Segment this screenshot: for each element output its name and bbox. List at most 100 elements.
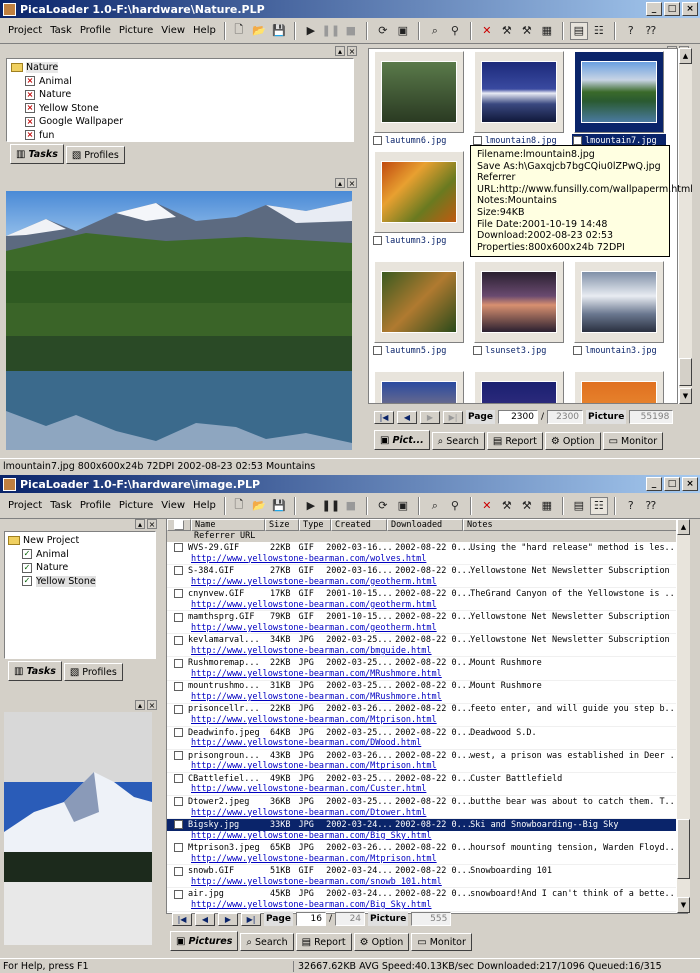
cell-referrer-url[interactable]: http://www.yellowstone-bearman.com/Mtpri… — [167, 715, 687, 727]
menu-project[interactable]: Project — [4, 25, 46, 36]
tree-item[interactable]: ✓ Animal — [8, 548, 152, 562]
tab-option[interactable]: ⚙ Option — [544, 432, 601, 450]
menu-view[interactable]: View — [157, 500, 189, 511]
tab-search[interactable]: ⌕ Search — [240, 933, 294, 951]
tab-monitor[interactable]: ▭ Monitor — [602, 432, 664, 450]
table-row[interactable]: air.jpg 45KB JPG 2002-03-24... 2002-08-22 0.… — [167, 888, 687, 912]
pause-icon[interactable]: ❚❚ — [322, 497, 340, 515]
checkbox-crossed-icon[interactable]: × — [25, 103, 35, 114]
help-icon[interactable]: ? — [622, 497, 640, 515]
row-checkbox[interactable] — [174, 658, 183, 668]
thumb-checkbox[interactable] — [573, 136, 582, 145]
close-button[interactable]: × — [682, 477, 698, 491]
thumbnail-view-icon[interactable]: ▤ — [570, 497, 588, 515]
menu-help[interactable]: Help — [189, 25, 220, 36]
col-size[interactable]: Size — [265, 519, 299, 531]
cell-referrer-url[interactable]: http://www.yellowstone-bearman.com/geoth… — [167, 600, 687, 612]
row-checkbox[interactable] — [174, 612, 183, 622]
tools-icon[interactable]: ⚒ — [498, 22, 516, 40]
thumbs-scrollbar[interactable]: ▲ ▼ — [678, 48, 692, 404]
stop-icon[interactable]: ■ — [342, 22, 360, 40]
maximize-button[interactable]: □ — [664, 2, 680, 16]
first-page-icon[interactable]: |◀ — [374, 410, 394, 424]
page-input[interactable]: 2300 — [497, 410, 538, 424]
cell-referrer-url[interactable]: http://www.yellowstone-bearman.com/MRush… — [167, 669, 687, 681]
thumbnail[interactable]: lmountain3.jpg — [571, 261, 667, 361]
minimize-button[interactable]: _ — [646, 2, 662, 16]
row-checkbox[interactable] — [174, 797, 183, 807]
tab-report[interactable]: ▤ Report — [295, 933, 352, 951]
find-icon[interactable]: ⌕ — [426, 22, 444, 40]
last-page-icon[interactable]: ▶| — [241, 912, 261, 926]
col-created[interactable]: Created — [331, 519, 387, 531]
table-row[interactable]: prisongroun... 43KB JPG 2002-03-26... 2002-0… — [167, 750, 687, 773]
table-row[interactable]: mamthsprg.GIF 79KB GIF 2001-10-15... 2002-08… — [167, 611, 687, 635]
row-checkbox[interactable] — [174, 543, 183, 553]
cell-referrer-url[interactable]: http://www.yellowstone-bearman.com/snowb… — [167, 877, 687, 889]
new-file-icon[interactable]: 🗋 — [230, 497, 248, 515]
cell-referrer-url[interactable]: http://www.yellowstone-bearman.com/MRush… — [167, 692, 687, 704]
table-row[interactable]: snowb.GIF 51KB GIF 2002-03-24... 2002-08-22 … — [167, 865, 687, 889]
checkbox-crossed-icon[interactable]: × — [25, 76, 35, 87]
tools2-icon[interactable]: ⚒ — [518, 22, 536, 40]
thumb-checkbox[interactable] — [373, 236, 382, 245]
col-notes[interactable]: Notes — [463, 519, 687, 531]
tree-item[interactable]: ✓ Nature — [8, 561, 152, 575]
tools2-icon[interactable]: ⚒ — [518, 497, 536, 515]
menu-view[interactable]: View — [157, 25, 189, 36]
prev-page-icon[interactable]: ◀ — [397, 410, 417, 424]
row-checkbox[interactable] — [174, 889, 183, 899]
row-checkbox[interactable] — [174, 843, 183, 853]
checkbox-crossed-icon[interactable]: × — [25, 89, 35, 100]
tree-item[interactable]: × fun — [11, 129, 349, 142]
scroll-thumb[interactable] — [677, 819, 690, 879]
col-downloaded[interactable]: Downloaded — [387, 519, 463, 531]
pause-icon[interactable]: ❚❚ — [322, 22, 340, 40]
row-checkbox[interactable] — [174, 681, 183, 691]
preview-pin-icon[interactable]: ▴ — [135, 700, 145, 710]
scroll-down-icon[interactable]: ▼ — [679, 388, 692, 404]
checkbox-checked-icon[interactable]: ✓ — [22, 576, 32, 587]
preview-pin-icon[interactable]: ▴ — [335, 178, 345, 188]
next-page-icon[interactable]: ▶ — [218, 912, 238, 926]
menu-picture[interactable]: Picture — [115, 500, 157, 511]
tab-option[interactable]: ⚙ Option — [353, 933, 410, 951]
last-page-icon[interactable]: ▶| — [443, 410, 463, 424]
tab-pictures[interactable]: ▣ Pict... — [374, 430, 430, 450]
thumb-checkbox[interactable] — [373, 136, 382, 145]
cell-referrer-url[interactable]: http://www.yellowstone-bearman.com/DWood… — [167, 738, 687, 750]
thumbnail[interactable]: lmountain8.jpg — [471, 51, 567, 151]
row-checkbox[interactable] — [174, 774, 183, 784]
tab-tasks[interactable]: ▥ Tasks — [8, 661, 62, 681]
table-row[interactable]: S-384.GIF 27KB GIF 2002-03-16... 2002-08-22 … — [167, 565, 687, 589]
cell-referrer-url[interactable]: http://www.yellowstone-bearman.com/geoth… — [167, 577, 687, 589]
cell-referrer-url[interactable]: http://www.yellowstone-bearman.com/Big_S… — [167, 830, 687, 843]
table-row[interactable]: prisoncellr... 22KB JPG 2002-03-26... 2002-0… — [167, 704, 687, 727]
cell-referrer-url[interactable]: http://www.yellowstone-bearman.com/geoth… — [167, 623, 687, 635]
scroll-down-icon[interactable]: ▼ — [677, 897, 690, 913]
prev-page-icon[interactable]: ◀ — [195, 912, 215, 926]
tree-item[interactable]: × Nature — [11, 88, 349, 102]
gallery-icon[interactable]: ▦ — [538, 497, 556, 515]
table-row[interactable]: kevlamarval... 34KB JPG 2002-03-25... 2002-0… — [167, 634, 687, 658]
open-folder-icon[interactable]: 📂 — [250, 22, 268, 40]
cell-referrer-url[interactable]: http://www.yellowstone-bearman.com/wolve… — [167, 554, 687, 566]
row-checkbox[interactable] — [174, 820, 183, 830]
checkbox-crossed-icon[interactable]: × — [25, 116, 35, 127]
thumb-checkbox[interactable] — [373, 346, 382, 355]
table-scrollbar[interactable]: ▲ ▼ — [676, 519, 690, 913]
tools-icon[interactable]: ⚒ — [498, 497, 516, 515]
tab-report[interactable]: ▤ Report — [486, 432, 543, 450]
menu-task[interactable]: Task — [46, 25, 76, 36]
tree-root[interactable]: New Project — [8, 534, 152, 548]
menu-profile[interactable]: Profile — [76, 500, 115, 511]
tab-pictures[interactable]: ▣ Pictures — [170, 931, 239, 951]
image-export-icon[interactable]: ▣ — [394, 497, 412, 515]
scroll-thumb[interactable] — [679, 358, 692, 386]
thumbnail[interactable] — [471, 371, 567, 403]
image-export-icon[interactable]: ▣ — [394, 22, 412, 40]
tree-item[interactable]: × Animal — [11, 75, 349, 89]
help-icon[interactable]: ? — [622, 22, 640, 40]
menu-profile[interactable]: Profile — [76, 25, 115, 36]
tab-profiles[interactable]: ▧ Profiles — [63, 663, 123, 681]
